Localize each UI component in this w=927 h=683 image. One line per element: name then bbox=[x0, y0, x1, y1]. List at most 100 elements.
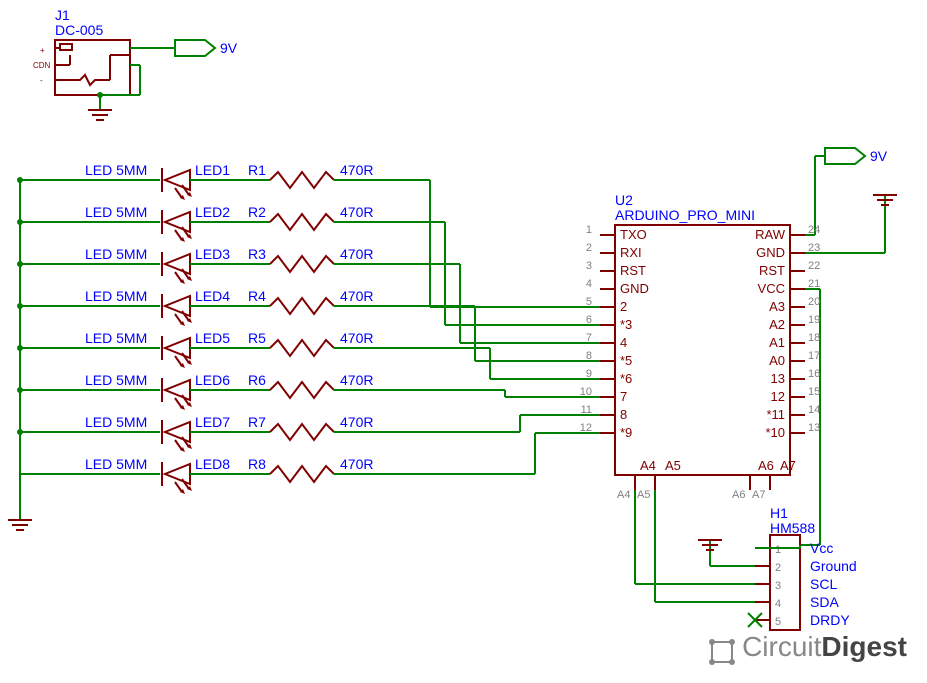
svg-text:A6: A6 bbox=[732, 489, 745, 501]
svg-text:1: 1 bbox=[775, 544, 781, 556]
svg-text:4: 4 bbox=[775, 598, 781, 610]
svg-text:*3: *3 bbox=[620, 317, 632, 332]
svg-text:RST: RST bbox=[620, 263, 646, 278]
svg-text:R1: R1 bbox=[248, 162, 266, 178]
svg-text:Ground: Ground bbox=[810, 558, 857, 574]
svg-text:470R: 470R bbox=[340, 246, 373, 262]
svg-text:*5: *5 bbox=[620, 353, 632, 368]
svg-text:A3: A3 bbox=[769, 299, 785, 314]
svg-text:R3: R3 bbox=[248, 246, 266, 262]
svg-text:4: 4 bbox=[620, 335, 627, 350]
svg-text:8: 8 bbox=[586, 350, 592, 362]
svg-text:GND: GND bbox=[756, 245, 785, 260]
svg-text:RAW: RAW bbox=[755, 227, 786, 242]
h1-part: HM588 bbox=[770, 520, 815, 536]
mcu-net-label: 9V bbox=[870, 148, 888, 164]
gnd-symbol-j1 bbox=[88, 110, 112, 120]
svg-text:7: 7 bbox=[620, 389, 627, 404]
svg-text:A7: A7 bbox=[780, 458, 796, 473]
svg-text:1: 1 bbox=[586, 224, 592, 236]
svg-text:*9: *9 bbox=[620, 425, 632, 440]
svg-text:20: 20 bbox=[808, 296, 820, 308]
svg-text:*10: *10 bbox=[765, 425, 785, 440]
svg-text:23: 23 bbox=[808, 242, 820, 254]
svg-text:A2: A2 bbox=[769, 317, 785, 332]
svg-text:Vcc: Vcc bbox=[810, 540, 833, 556]
j1-net-label: 9V bbox=[220, 40, 238, 56]
gnd-symbol-leds bbox=[8, 520, 32, 530]
h1-ref: H1 bbox=[770, 505, 788, 521]
svg-text:470R: 470R bbox=[340, 204, 373, 220]
svg-text:LED 5MM: LED 5MM bbox=[85, 162, 147, 178]
svg-text:5: 5 bbox=[586, 296, 592, 308]
svg-text:LED 5MM: LED 5MM bbox=[85, 372, 147, 388]
svg-text:10: 10 bbox=[580, 386, 592, 398]
svg-text:LED 5MM: LED 5MM bbox=[85, 246, 147, 262]
svg-text:RXI: RXI bbox=[620, 245, 642, 260]
connector-j1: J1 DC-005 + CDN - bbox=[33, 7, 130, 95]
svg-text:8: 8 bbox=[620, 407, 627, 422]
svg-text:LED2: LED2 bbox=[195, 204, 230, 220]
svg-text:LED5: LED5 bbox=[195, 330, 230, 346]
j1-plus: + bbox=[40, 46, 45, 55]
svg-text:470R: 470R bbox=[340, 162, 373, 178]
svg-text:470R: 470R bbox=[340, 414, 373, 430]
svg-text:4: 4 bbox=[586, 278, 592, 290]
svg-text:12: 12 bbox=[580, 422, 592, 434]
svg-text:SCL: SCL bbox=[810, 576, 837, 592]
svg-text:470R: 470R bbox=[340, 288, 373, 304]
svg-text:2: 2 bbox=[620, 299, 627, 314]
svg-text:24: 24 bbox=[808, 224, 820, 236]
logo-icon bbox=[706, 636, 738, 668]
svg-text:LED4: LED4 bbox=[195, 288, 230, 304]
u2-part: ARDUINO_PRO_MINI bbox=[615, 207, 755, 223]
j1-ref: J1 bbox=[55, 7, 70, 23]
svg-text:7: 7 bbox=[586, 332, 592, 344]
svg-text:LED6: LED6 bbox=[195, 372, 230, 388]
svg-text:LED8: LED8 bbox=[195, 456, 230, 472]
svg-text:21: 21 bbox=[808, 278, 820, 290]
svg-text:DRDY: DRDY bbox=[810, 612, 850, 628]
led-rows bbox=[8, 180, 32, 530]
svg-text:LED 5MM: LED 5MM bbox=[85, 456, 147, 472]
schematic-canvas: J1 DC-005 + CDN - 9V bbox=[0, 0, 927, 678]
led-row-7: LED 5MMLED7R7470R bbox=[17, 414, 600, 452]
svg-text:A4: A4 bbox=[640, 458, 656, 473]
svg-text:470R: 470R bbox=[340, 372, 373, 388]
j1-cdn: CDN bbox=[33, 61, 51, 70]
svg-text:LED 5MM: LED 5MM bbox=[85, 288, 147, 304]
svg-text:GND: GND bbox=[620, 281, 649, 296]
svg-text:16: 16 bbox=[808, 368, 820, 380]
svg-text:A4: A4 bbox=[617, 489, 630, 501]
svg-text:2: 2 bbox=[775, 562, 781, 574]
svg-text:19: 19 bbox=[808, 314, 820, 326]
svg-text:*11: *11 bbox=[766, 407, 785, 422]
svg-text:*6: *6 bbox=[620, 371, 632, 386]
logo: CircuitDigest bbox=[706, 631, 907, 668]
svg-text:18: 18 bbox=[808, 332, 820, 344]
logo-text-circuit: Circuit bbox=[742, 631, 821, 662]
j1-part: DC-005 bbox=[55, 22, 103, 38]
svg-text:LED7: LED7 bbox=[195, 414, 230, 430]
svg-text:A5: A5 bbox=[665, 458, 681, 473]
svg-text:TXO: TXO bbox=[620, 227, 647, 242]
svg-text:R2: R2 bbox=[248, 204, 266, 220]
svg-text:LED1: LED1 bbox=[195, 162, 230, 178]
svg-text:11: 11 bbox=[581, 404, 592, 416]
svg-text:R5: R5 bbox=[248, 330, 266, 346]
svg-text:LED 5MM: LED 5MM bbox=[85, 204, 147, 220]
svg-text:LED 5MM: LED 5MM bbox=[85, 330, 147, 346]
svg-text:5: 5 bbox=[775, 616, 781, 628]
svg-text:VCC: VCC bbox=[758, 281, 785, 296]
led-row-8: LED 5MMLED8R8470R bbox=[20, 433, 600, 494]
svg-text:6: 6 bbox=[586, 314, 592, 326]
svg-text:R8: R8 bbox=[248, 456, 266, 472]
svg-text:2: 2 bbox=[586, 242, 592, 254]
svg-text:12: 12 bbox=[771, 389, 785, 404]
svg-text:R4: R4 bbox=[248, 288, 266, 304]
svg-text:RST: RST bbox=[759, 263, 785, 278]
svg-text:LED 5MM: LED 5MM bbox=[85, 414, 147, 430]
u2-ref: U2 bbox=[615, 192, 633, 208]
svg-text:15: 15 bbox=[808, 386, 820, 398]
led-row-1: LED 5MM LED1 R1 470R bbox=[17, 162, 600, 307]
